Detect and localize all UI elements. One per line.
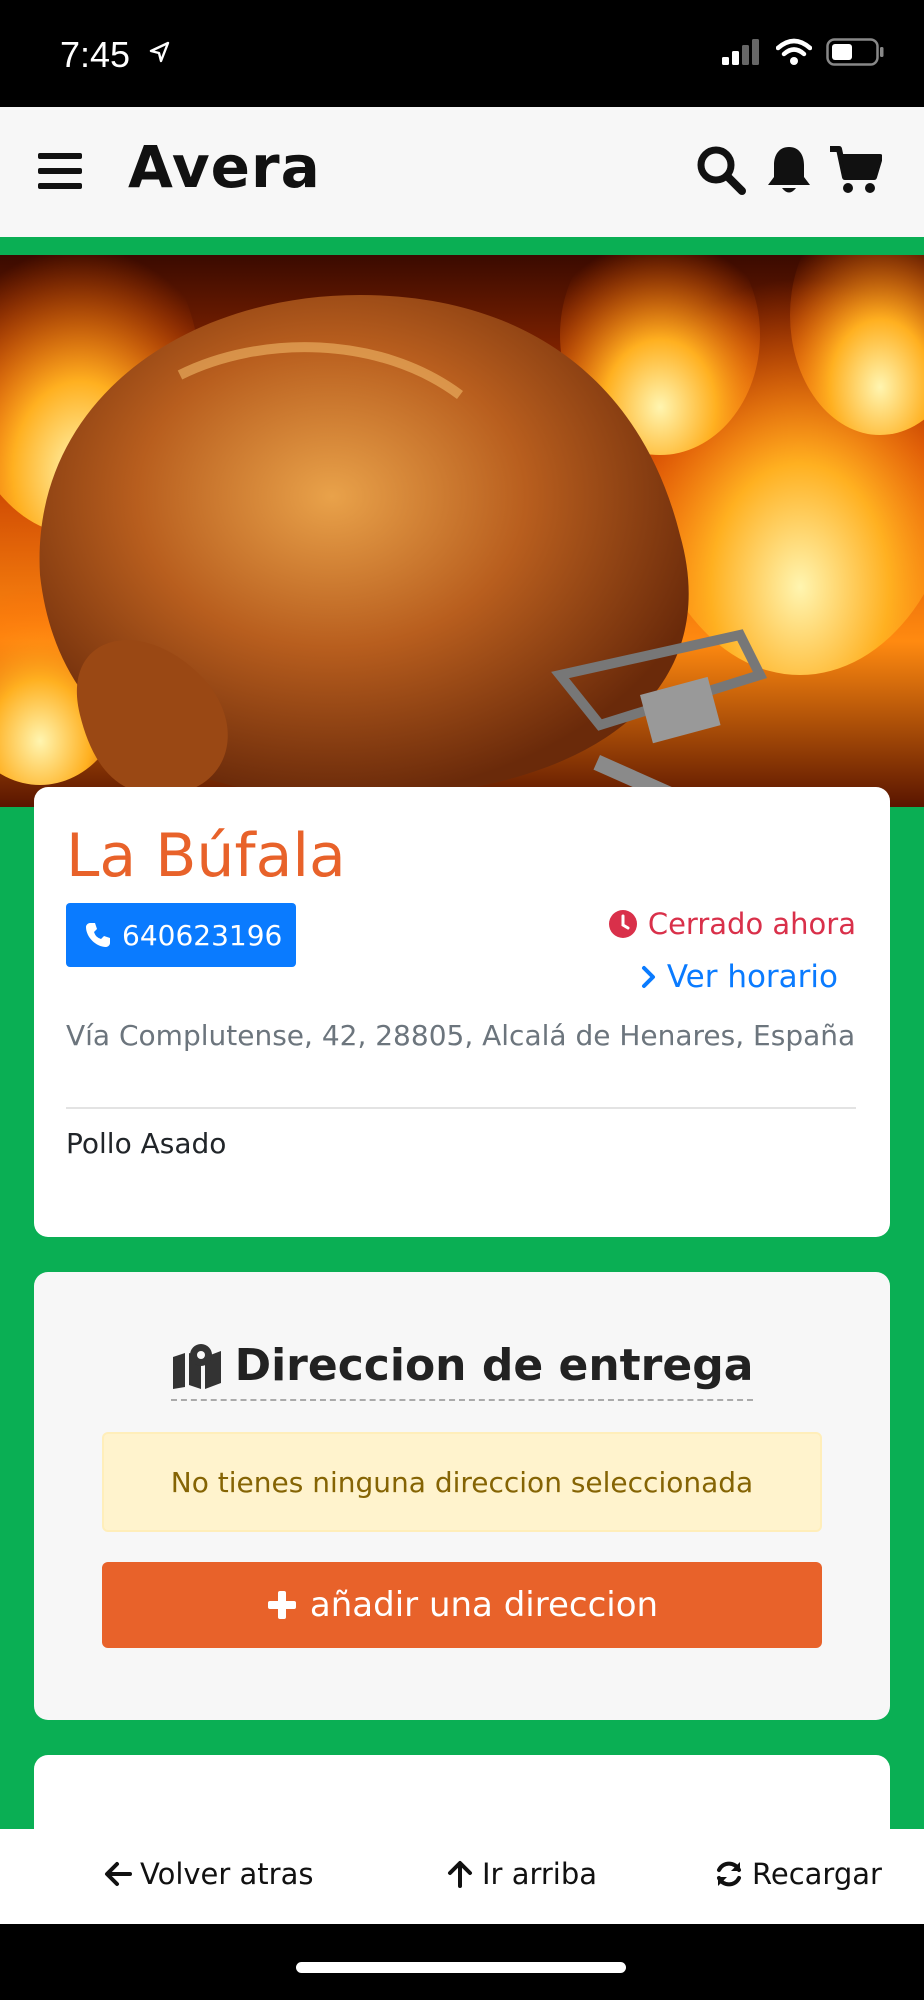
- restaurant-name: La Búfala: [66, 821, 346, 891]
- search-icon[interactable]: [694, 143, 748, 197]
- app-header: Avera: [0, 107, 924, 237]
- back-button-label: Volver atras: [140, 1857, 314, 1891]
- plus-icon: [267, 1591, 296, 1619]
- no-address-alert: No tienes ninguna direccion seleccionada: [102, 1432, 822, 1532]
- arrow-left-icon: [105, 1862, 132, 1886]
- phone-button[interactable]: 640623196: [66, 903, 296, 967]
- phone-number: 640623196: [122, 918, 283, 952]
- chevron-right-icon: [641, 966, 655, 988]
- arrow-up-icon: [448, 1861, 472, 1888]
- next-card: [34, 1755, 890, 1829]
- status-time: 7:45: [60, 34, 131, 75]
- home-indicator[interactable]: [296, 1962, 626, 1973]
- restaurant-address: Vía Complutense, 42, 28805, Alcalá de He…: [66, 1019, 856, 1052]
- delivery-title: Direccion de entrega: [170, 1340, 754, 1401]
- home-indicator-area: [0, 1924, 924, 2000]
- delivery-title-wrap: Direccion de entrega: [34, 1340, 890, 1401]
- schedule-link-label: Ver horario: [666, 959, 838, 995]
- restaurant-hero-image: [0, 255, 924, 807]
- status-indicators: [722, 38, 884, 66]
- delivery-title-label: Direccion de entrega: [234, 1340, 754, 1391]
- reload-button[interactable]: Recargar: [714, 1857, 882, 1891]
- scroll-top-label: Ir arriba: [482, 1857, 598, 1891]
- divider: [66, 1107, 856, 1109]
- map-marker-icon: [172, 1343, 221, 1389]
- content-area[interactable]: La Búfala 640623196 Cerrado ahora Ver ho…: [0, 237, 924, 1829]
- reload-label: Recargar: [752, 1857, 882, 1891]
- scroll-top-button[interactable]: Ir arriba: [446, 1857, 597, 1891]
- schedule-link[interactable]: Ver horario: [641, 959, 838, 995]
- back-button[interactable]: Volver atras: [104, 1857, 313, 1891]
- cellular-signal-icon: [722, 39, 759, 65]
- restaurant-category: Pollo Asado: [66, 1127, 227, 1160]
- restaurant-info-card: La Búfala 640623196 Cerrado ahora Ver ho…: [34, 787, 890, 1237]
- add-address-label: añadir una direccion: [309, 1585, 659, 1625]
- cart-icon[interactable]: [828, 143, 882, 197]
- menu-icon[interactable]: [38, 151, 82, 191]
- wifi-icon: [776, 38, 812, 65]
- bottom-navigation: Volver atras Ir arriba Recargar: [0, 1829, 924, 1924]
- phone-icon: [86, 923, 110, 947]
- open-status-label: Cerrado ahora: [647, 907, 856, 941]
- brand-title: Avera: [128, 133, 321, 201]
- add-address-button[interactable]: añadir una direccion: [102, 1562, 822, 1648]
- delivery-address-card: Direccion de entrega No tienes ninguna d…: [34, 1272, 890, 1720]
- clock-icon: [608, 910, 637, 938]
- battery-icon: [826, 38, 884, 66]
- bell-icon[interactable]: [762, 143, 816, 197]
- location-arrow-icon: [149, 41, 170, 63]
- open-status: Cerrado ahora: [608, 907, 856, 941]
- status-bar: 7:45: [0, 0, 924, 107]
- refresh-icon: [717, 1861, 741, 1887]
